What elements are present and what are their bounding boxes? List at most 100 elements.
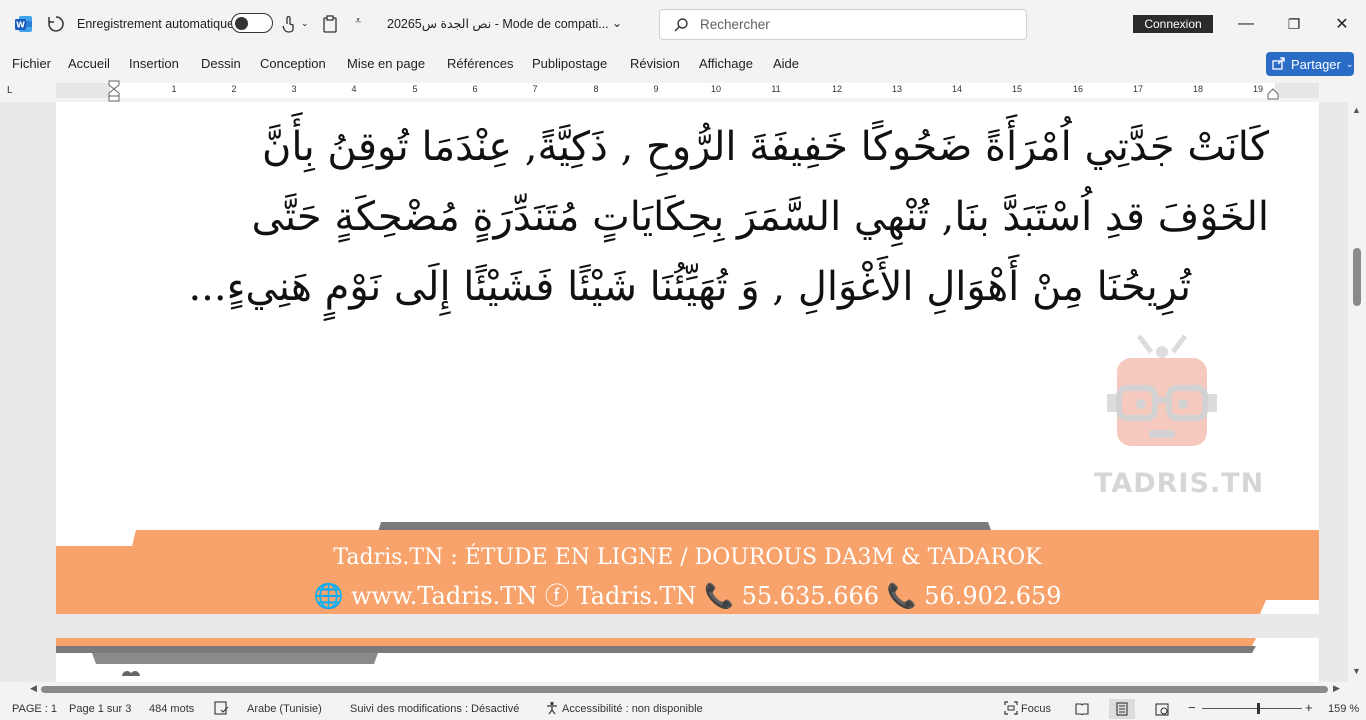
toggle-knob xyxy=(235,16,248,30)
scroll-right-arrow-icon[interactable]: ▶ xyxy=(1333,683,1340,694)
track-changes-status[interactable]: Suivi des modifications : Désactivé xyxy=(350,703,519,715)
footer-line-2: 🌐 www.Tadris.TN ⓕ Tadris.TN 📞 55.635.666… xyxy=(313,582,1062,610)
page-2[interactable] xyxy=(56,638,1319,682)
title-chevron-down-icon[interactable]: ⌄ xyxy=(612,16,622,30)
undo-history-icon[interactable] xyxy=(46,14,66,34)
tab-aide[interactable]: Aide xyxy=(773,56,799,71)
ruler-number: 8 xyxy=(593,84,599,94)
tab-accueil[interactable]: Accueil xyxy=(68,56,110,71)
page-1[interactable]: كَانَتْ جَدَّتِي اُمْرَأَةً ضَحُوكًا خَف… xyxy=(56,102,1319,614)
tadris-mascot-logo xyxy=(1107,334,1217,446)
tab-mise-en-page[interactable]: Mise en page xyxy=(347,56,425,71)
proofing-icon[interactable] xyxy=(214,701,229,718)
paste-icon[interactable] xyxy=(322,15,338,33)
tab-references[interactable]: Références xyxy=(447,56,513,71)
ribbon-tabs: Fichier Accueil Insertion Dessin Concept… xyxy=(0,48,1366,80)
footer-line-1: Tadris.TN : ÉTUDE EN LIGNE / DOUROUS DA3… xyxy=(333,545,1042,570)
accessibility-icon[interactable] xyxy=(545,701,559,718)
ruler-number: 10 xyxy=(710,84,722,94)
scroll-down-arrow-icon[interactable]: ▼ xyxy=(1352,666,1361,676)
ruler-number: 9 xyxy=(653,84,659,94)
tab-dessin[interactable]: Dessin xyxy=(201,56,241,71)
scroll-up-arrow-icon[interactable]: ▲ xyxy=(1352,105,1361,115)
page-count[interactable]: Page 1 sur 3 xyxy=(69,703,131,715)
restore-button[interactable]: ❐ xyxy=(1280,10,1308,38)
ruler-number: 16 xyxy=(1072,84,1084,94)
ruler-right-margin xyxy=(1275,83,1319,98)
page-indicator[interactable]: PAGE : 1 xyxy=(12,703,57,715)
chevron-down-icon[interactable]: ⌄ xyxy=(301,18,309,29)
indent-marker-icon[interactable] xyxy=(108,80,120,102)
horizontal-scroll-thumb[interactable] xyxy=(41,686,1328,693)
ruler-number: 12 xyxy=(831,84,843,94)
ruler-number: 5 xyxy=(412,84,418,94)
share-chevron-icon: ⌄ xyxy=(1345,58,1354,69)
tab-affichage[interactable]: Affichage xyxy=(699,56,753,71)
read-mode-icon[interactable] xyxy=(1069,699,1095,719)
ruler-number: 2 xyxy=(231,84,237,94)
watermark-text: TADRIS.TN xyxy=(1094,468,1265,499)
page-2-header-shapes xyxy=(56,638,1256,676)
tab-fichier[interactable]: Fichier xyxy=(12,56,51,71)
search-icon xyxy=(673,17,689,36)
focus-icon[interactable] xyxy=(1004,701,1018,718)
touch-mode-icon[interactable] xyxy=(281,15,297,33)
close-button[interactable]: ✕ xyxy=(1328,10,1356,38)
zoom-slider-thumb[interactable] xyxy=(1257,703,1260,714)
ruler-number: 17 xyxy=(1132,84,1144,94)
tab-revision[interactable]: Révision xyxy=(630,56,680,71)
ruler-number: 4 xyxy=(351,84,357,94)
search-input[interactable]: Rechercher xyxy=(659,9,1027,40)
scroll-left-arrow-icon[interactable]: ◀ xyxy=(30,683,37,694)
ruler-number: 18 xyxy=(1192,84,1204,94)
ruler-number: 14 xyxy=(951,84,963,94)
ruler-number: 6 xyxy=(472,84,478,94)
paragraph-line[interactable]: كَانَتْ جَدَّتِي اُمْرَأَةً ضَحُوكًا خَف… xyxy=(89,124,1269,170)
tab-selector[interactable]: L xyxy=(7,85,13,96)
share-icon xyxy=(1272,56,1286,73)
title-bar: W Enregistrement automatique ⌄ ⩡ نص الجد… xyxy=(0,0,1366,48)
share-label: Partager xyxy=(1291,56,1341,72)
ruler-number: 15 xyxy=(1011,84,1023,94)
search-placeholder: Rechercher xyxy=(700,17,770,32)
web-layout-icon[interactable] xyxy=(1149,699,1175,719)
vertical-scroll-thumb[interactable] xyxy=(1353,248,1361,306)
zoom-slider-track[interactable] xyxy=(1202,708,1302,709)
horizontal-scrollbar[interactable]: ◀ ▶ xyxy=(0,682,1348,696)
status-bar: PAGE : 1 Page 1 sur 3 484 mots Arabe (Tu… xyxy=(0,698,1366,720)
tab-conception[interactable]: Conception xyxy=(260,56,326,71)
ruler-number: 13 xyxy=(891,84,903,94)
language-indicator[interactable]: Arabe (Tunisie) xyxy=(247,703,322,715)
paragraph-line[interactable]: تُرِيحُنَا مِنْ أَهْوَالِ الأَغْوَالِ , … xyxy=(56,264,1191,310)
ruler-number: 1 xyxy=(171,84,177,94)
signin-button[interactable]: Connexion xyxy=(1133,15,1213,33)
document-title[interactable]: نص الجدة س20265 - Mode de compati... xyxy=(387,16,609,31)
tab-insertion[interactable]: Insertion xyxy=(129,56,179,71)
focus-mode-label[interactable]: Focus xyxy=(1021,703,1051,715)
ruler-number: 11 xyxy=(771,84,781,94)
zoom-out-button[interactable]: − xyxy=(1188,700,1196,715)
autosave-label: Enregistrement automatique xyxy=(77,17,235,31)
svg-text:W: W xyxy=(16,21,25,30)
customize-toolbar-icon[interactable]: ⩡ xyxy=(355,15,361,28)
word-count[interactable]: 484 mots xyxy=(149,703,194,715)
vertical-scrollbar[interactable]: ▲ ▼ xyxy=(1348,102,1366,682)
print-layout-icon[interactable] xyxy=(1109,699,1135,719)
paragraph-line[interactable]: الخَوْفَ قدِ اُسْتَبَدَّ بنَا, تُنْهِي ا… xyxy=(89,194,1269,240)
ruler-left-margin xyxy=(56,83,110,98)
tab-publipostage[interactable]: Publipostage xyxy=(532,56,607,71)
share-button[interactable]: Partager ⌄ xyxy=(1266,52,1354,76)
ruler-number: 3 xyxy=(291,84,297,94)
zoom-in-button[interactable]: + xyxy=(1305,700,1313,715)
horizontal-ruler[interactable]: L 1 2 3 4 5 6 7 8 9 10 11 12 13 14 15 16… xyxy=(0,80,1366,102)
ruler-number: 7 xyxy=(532,84,538,94)
document-canvas[interactable]: كَانَتْ جَدَّتِي اُمْرَأَةً ضَحُوكًا خَف… xyxy=(0,102,1348,682)
right-indent-marker-icon[interactable] xyxy=(1267,88,1279,100)
zoom-level[interactable]: 159 % xyxy=(1328,703,1359,715)
word-logo-icon: W xyxy=(14,14,34,34)
autosave-toggle[interactable] xyxy=(231,13,273,33)
ruler-number: 19 xyxy=(1252,84,1264,94)
accessibility-status[interactable]: Accessibilité : non disponible xyxy=(562,703,703,715)
ruler-track xyxy=(110,83,1275,98)
minimize-button[interactable]: — xyxy=(1232,10,1260,38)
